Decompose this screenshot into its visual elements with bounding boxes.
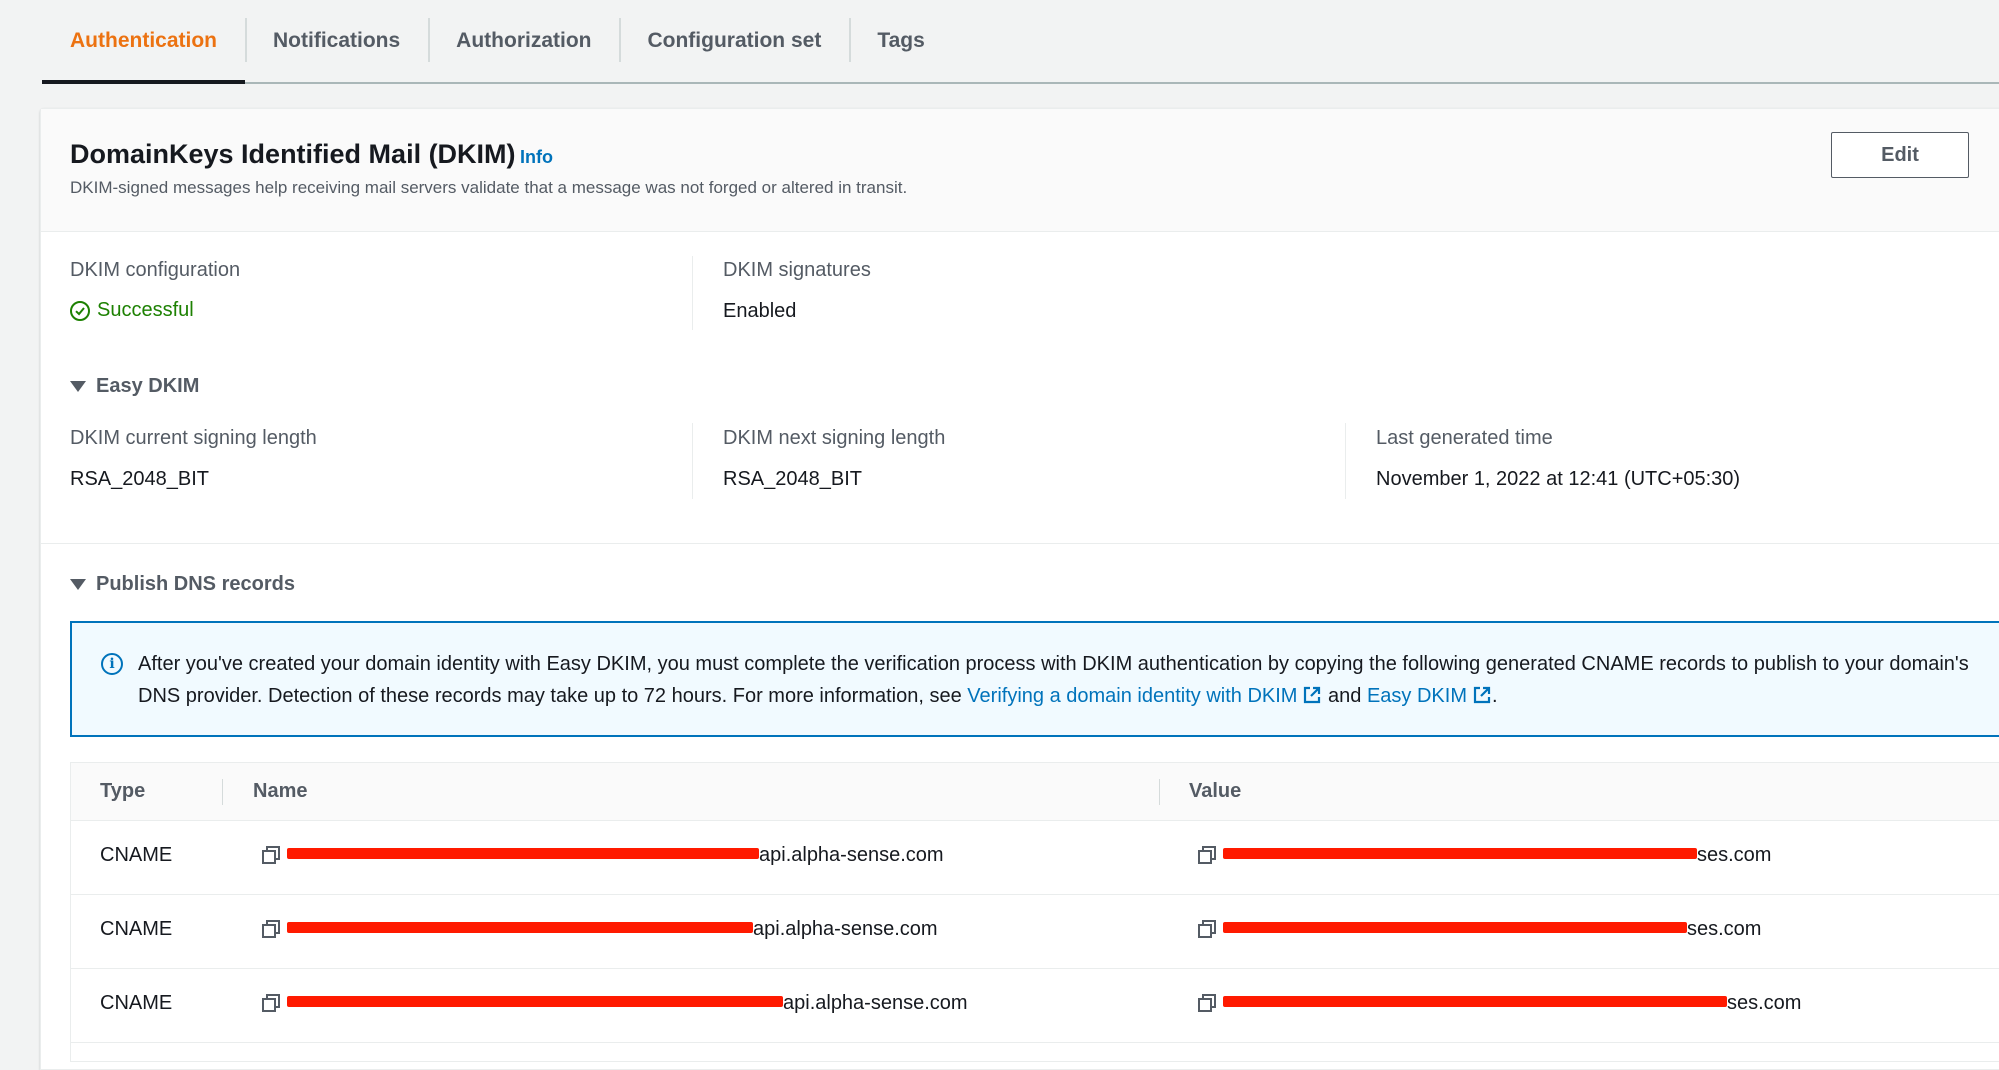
redaction-mark — [1223, 996, 1727, 1007]
last-generated-label: Last generated time — [1376, 427, 1553, 449]
info-icon: i — [101, 653, 123, 675]
record-name: api.alpha-sense.com — [287, 992, 968, 1015]
alert-and: and — [1328, 685, 1362, 707]
current-signing-length-value: RSA_2048_BIT — [70, 468, 209, 490]
column-divider — [692, 256, 693, 330]
easy-dkim-link[interactable]: Easy DKIM — [1367, 685, 1467, 707]
info-alert: i After you've created your domain ident… — [70, 621, 1999, 737]
table-row: CNAME api.alpha-sense.com ses.com — [71, 820, 1999, 895]
dkim-configuration-label: DKIM configuration — [70, 259, 241, 281]
tab-configuration-set[interactable]: Configuration set — [619, 0, 849, 82]
panel-header: DomainKeys Identified Mail (DKIM) Info D… — [41, 109, 1999, 232]
column-header-type: Type — [100, 780, 146, 802]
external-link-icon — [1304, 686, 1321, 704]
column-divider — [1345, 423, 1346, 499]
dns-records-table: Type Name Value CNAME api.alpha-sense.co… — [70, 762, 1999, 1062]
column-divider — [222, 779, 223, 805]
dkim-panel: DomainKeys Identified Mail (DKIM) Info D… — [40, 108, 1999, 1070]
record-name: api.alpha-sense.com — [287, 918, 938, 941]
section-divider — [41, 543, 1999, 544]
panel-description: DKIM-signed messages help receiving mail… — [70, 178, 908, 197]
record-type: CNAME — [100, 918, 173, 940]
tab-notifications[interactable]: Notifications — [245, 0, 428, 82]
caret-down-icon — [70, 381, 86, 392]
easy-dkim-label: Easy DKIM — [96, 375, 200, 397]
copy-icon[interactable] — [261, 845, 281, 865]
redaction-mark — [1223, 922, 1687, 933]
redaction-mark — [287, 848, 759, 859]
info-link[interactable]: Info — [520, 147, 553, 168]
check-circle-icon — [70, 300, 90, 321]
last-generated-value: November 1, 2022 at 12:41 (UTC+05:30) — [1376, 468, 1741, 490]
alert-text: After you've created your domain identit… — [138, 648, 1998, 712]
column-header-name: Name — [253, 780, 308, 802]
external-link-icon — [1473, 686, 1491, 704]
copy-icon[interactable] — [1197, 919, 1217, 939]
redaction-mark — [287, 996, 783, 1007]
panel-title: DomainKeys Identified Mail (DKIM) — [70, 139, 516, 169]
table-row: CNAME api.alpha-sense.com ses.com — [71, 968, 1999, 1043]
table-header: Type Name Value — [71, 763, 1999, 821]
copy-icon[interactable] — [1197, 845, 1217, 865]
easy-dkim-toggle[interactable]: Easy DKIM — [70, 375, 199, 398]
copy-icon[interactable] — [1197, 993, 1217, 1013]
dkim-configuration-value: Successful — [97, 299, 194, 321]
copy-icon[interactable] — [261, 919, 281, 939]
record-type: CNAME — [100, 992, 173, 1014]
publish-dns-toggle[interactable]: Publish DNS records — [70, 573, 295, 596]
tab-authorization[interactable]: Authorization — [428, 0, 619, 82]
next-signing-length-value: RSA_2048_BIT — [723, 468, 862, 490]
redaction-mark — [1223, 848, 1697, 859]
record-value: ses.com — [1223, 844, 1771, 867]
verifying-domain-link[interactable]: Verifying a domain identity with DKIM — [967, 685, 1297, 707]
record-value: ses.com — [1223, 918, 1761, 941]
tab-tags[interactable]: Tags — [849, 0, 952, 82]
column-header-value: Value — [1189, 780, 1242, 802]
column-divider — [1159, 779, 1160, 805]
caret-down-icon — [70, 579, 86, 590]
tab-authentication[interactable]: Authentication — [42, 0, 245, 84]
publish-dns-label: Publish DNS records — [96, 573, 295, 595]
alert-end: . — [1491, 685, 1498, 707]
edit-button[interactable]: Edit — [1831, 132, 1969, 178]
next-signing-length-label: DKIM next signing length — [723, 427, 946, 449]
redaction-mark — [287, 922, 753, 933]
dkim-configuration-status: Successful — [70, 299, 194, 322]
tab-bar: Authentication Notifications Authorizati… — [42, 0, 1999, 84]
current-signing-length-label: DKIM current signing length — [70, 427, 317, 449]
column-divider — [692, 423, 693, 499]
record-name: api.alpha-sense.com — [287, 844, 944, 867]
record-type: CNAME — [100, 844, 173, 866]
dkim-signatures-label: DKIM signatures — [723, 259, 871, 281]
table-row: CNAME api.alpha-sense.com ses.com — [71, 894, 1999, 969]
dkim-signatures-value: Enabled — [723, 300, 797, 322]
record-value: ses.com — [1223, 992, 1801, 1015]
copy-icon[interactable] — [261, 993, 281, 1013]
